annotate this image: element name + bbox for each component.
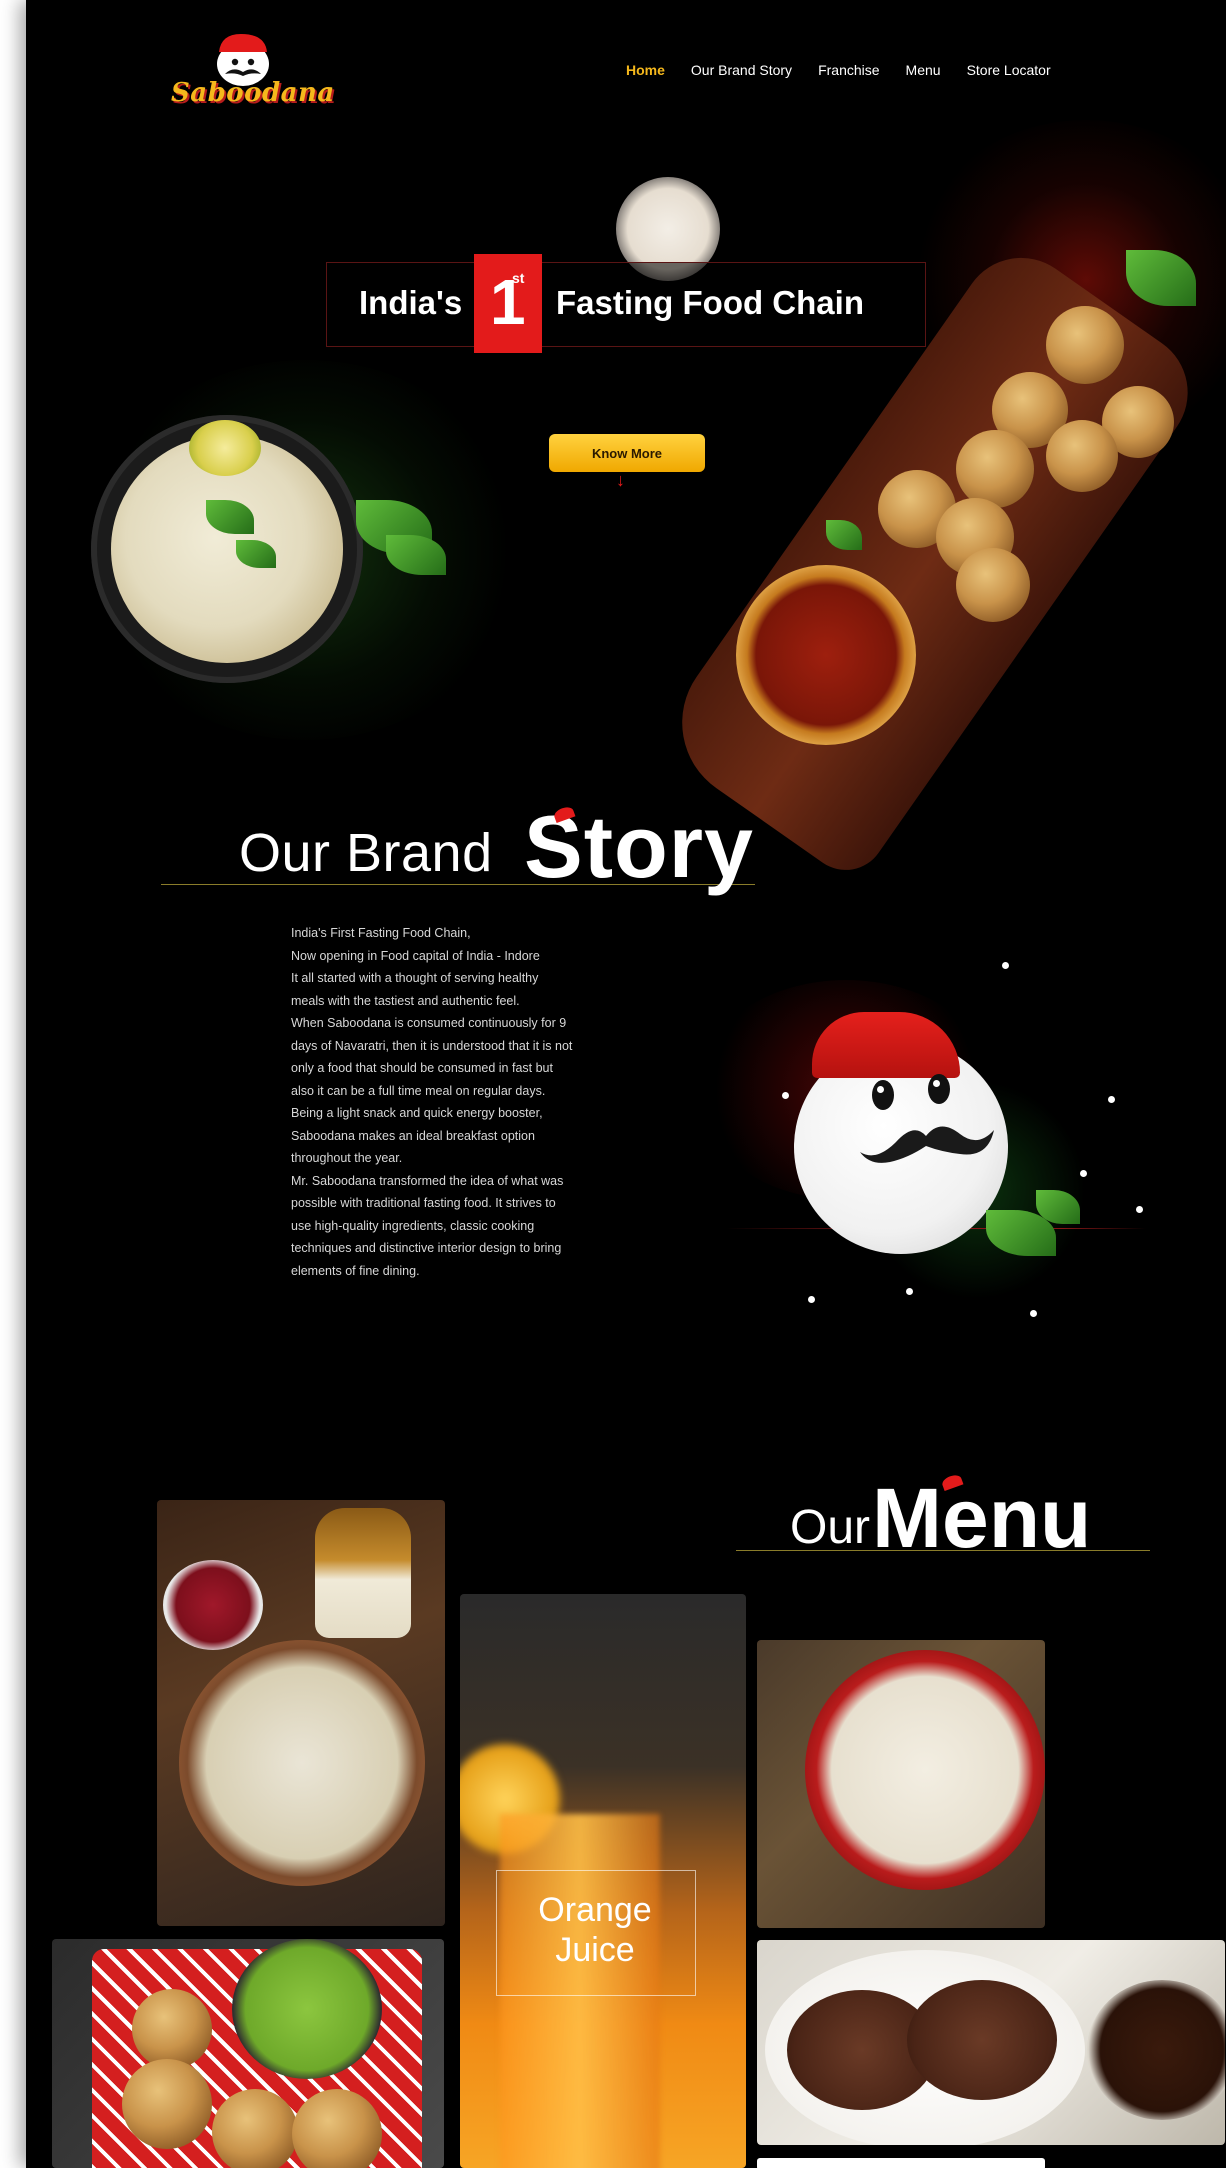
sparkle-dot [1002,962,1009,969]
featured-label: Orange Juice [496,1890,694,1970]
sparkle-dot [906,1288,913,1295]
menu-card-khichdi[interactable] [157,1500,445,1926]
nav-item-franchise[interactable]: Franchise [818,62,879,86]
story-line: throughout the year. [291,1151,403,1165]
story-line: Now opening in Food capital of India - I… [291,948,540,963]
first-badge-suffix: st [512,270,525,286]
story-line: possible with traditional fasting food. … [291,1196,556,1210]
nav-item-brand-story[interactable]: Our Brand Story [691,62,792,86]
brand-logo-text: Saboodana [171,78,335,108]
story-line: India's First Fasting Food Chain, [291,926,471,940]
story-line: Saboodana makes an ideal breakfast optio… [291,1128,535,1143]
story-title-light: Our Brand [239,823,493,883]
kheer-bowl [805,1650,1045,1890]
thalipeeth [907,1980,1057,2100]
sparkle-dot [1030,1310,1037,1317]
story-line: only a food that should be consumed in f… [291,1061,553,1075]
hero-headline-right: Fasting Food Chain [556,284,864,321]
sabudana-vada [1046,420,1118,492]
story-line: Mr. Saboodana transformed the idea of wh… [291,1173,564,1188]
story-body: India's First Fasting Food Chain, Now op… [291,922,691,1282]
next-card-edge [757,2158,1045,2168]
story-line: use high-quality ingredients, classic co… [291,1218,535,1233]
sabudana-vada [956,430,1034,508]
featured-label-line: Juice [555,1931,635,1969]
sabudana-vada [132,1989,212,2069]
story-line: also it can be a full time meal on regul… [291,1083,546,1098]
sparkle-dot [1080,1170,1087,1177]
sparkle-dot [782,1092,789,1099]
first-badge: 1 st [474,254,542,353]
story-line: When Saboodana is consumed continuously … [291,1016,567,1030]
mustache-icon [860,1126,994,1163]
khichdi-plate [179,1640,425,1886]
nav-item-menu[interactable]: Menu [906,62,941,86]
story-line: It all started with a thought of serving… [291,971,539,985]
sabudana-vada [956,548,1030,622]
menu-title-light: Our [790,1501,871,1554]
page: Saboodana Home Our Brand Story Franchise… [26,0,1226,2168]
know-more-button[interactable]: Know More [549,434,705,472]
story-line: elements of fine dining. [291,1263,420,1278]
story-line: meals with the tastiest and authentic fe… [291,993,520,1008]
nav-item-store-locator[interactable]: Store Locator [967,62,1051,86]
pomegranate-bowl [163,1560,263,1650]
arrow-down-icon: ↓ [616,470,625,490]
featured-label-line: Orange [538,1891,652,1929]
brand-logo[interactable]: Saboodana [171,28,335,123]
sparkle-dot [1108,1096,1115,1103]
chutney-bowl-image [736,565,916,745]
story-line: techniques and distinctive interior desi… [291,1241,562,1255]
green-chutney-bowl [232,1939,382,2079]
story-line: Being a light snack and quick energy boo… [291,1106,543,1120]
mascot-eye [928,1074,950,1104]
menu-card-kheer[interactable] [757,1640,1045,1928]
sparkle-dot [1136,1206,1143,1213]
sabudana-vada [1046,306,1124,384]
mascot-eye [872,1080,894,1110]
sabudana-vada [212,2089,298,2168]
lemon-slice [189,420,261,476]
sabudana-vada [122,2059,212,2149]
story-line: days of Navaratri, then it is understood… [291,1038,573,1053]
menu-card-thalipeeth[interactable] [757,1940,1225,2145]
menu-card-vada[interactable] [52,1939,444,2168]
menu-title-bold: Menu [872,1471,1092,1565]
hero-headline-left: India's [359,284,463,321]
ceramic-jar [315,1508,411,1638]
dip-bowl [1087,1980,1225,2120]
main-nav: Home Our Brand Story Franchise Menu Stor… [626,62,1051,86]
sparkle-dot [808,1296,815,1303]
nav-item-home[interactable]: Home [626,62,665,86]
